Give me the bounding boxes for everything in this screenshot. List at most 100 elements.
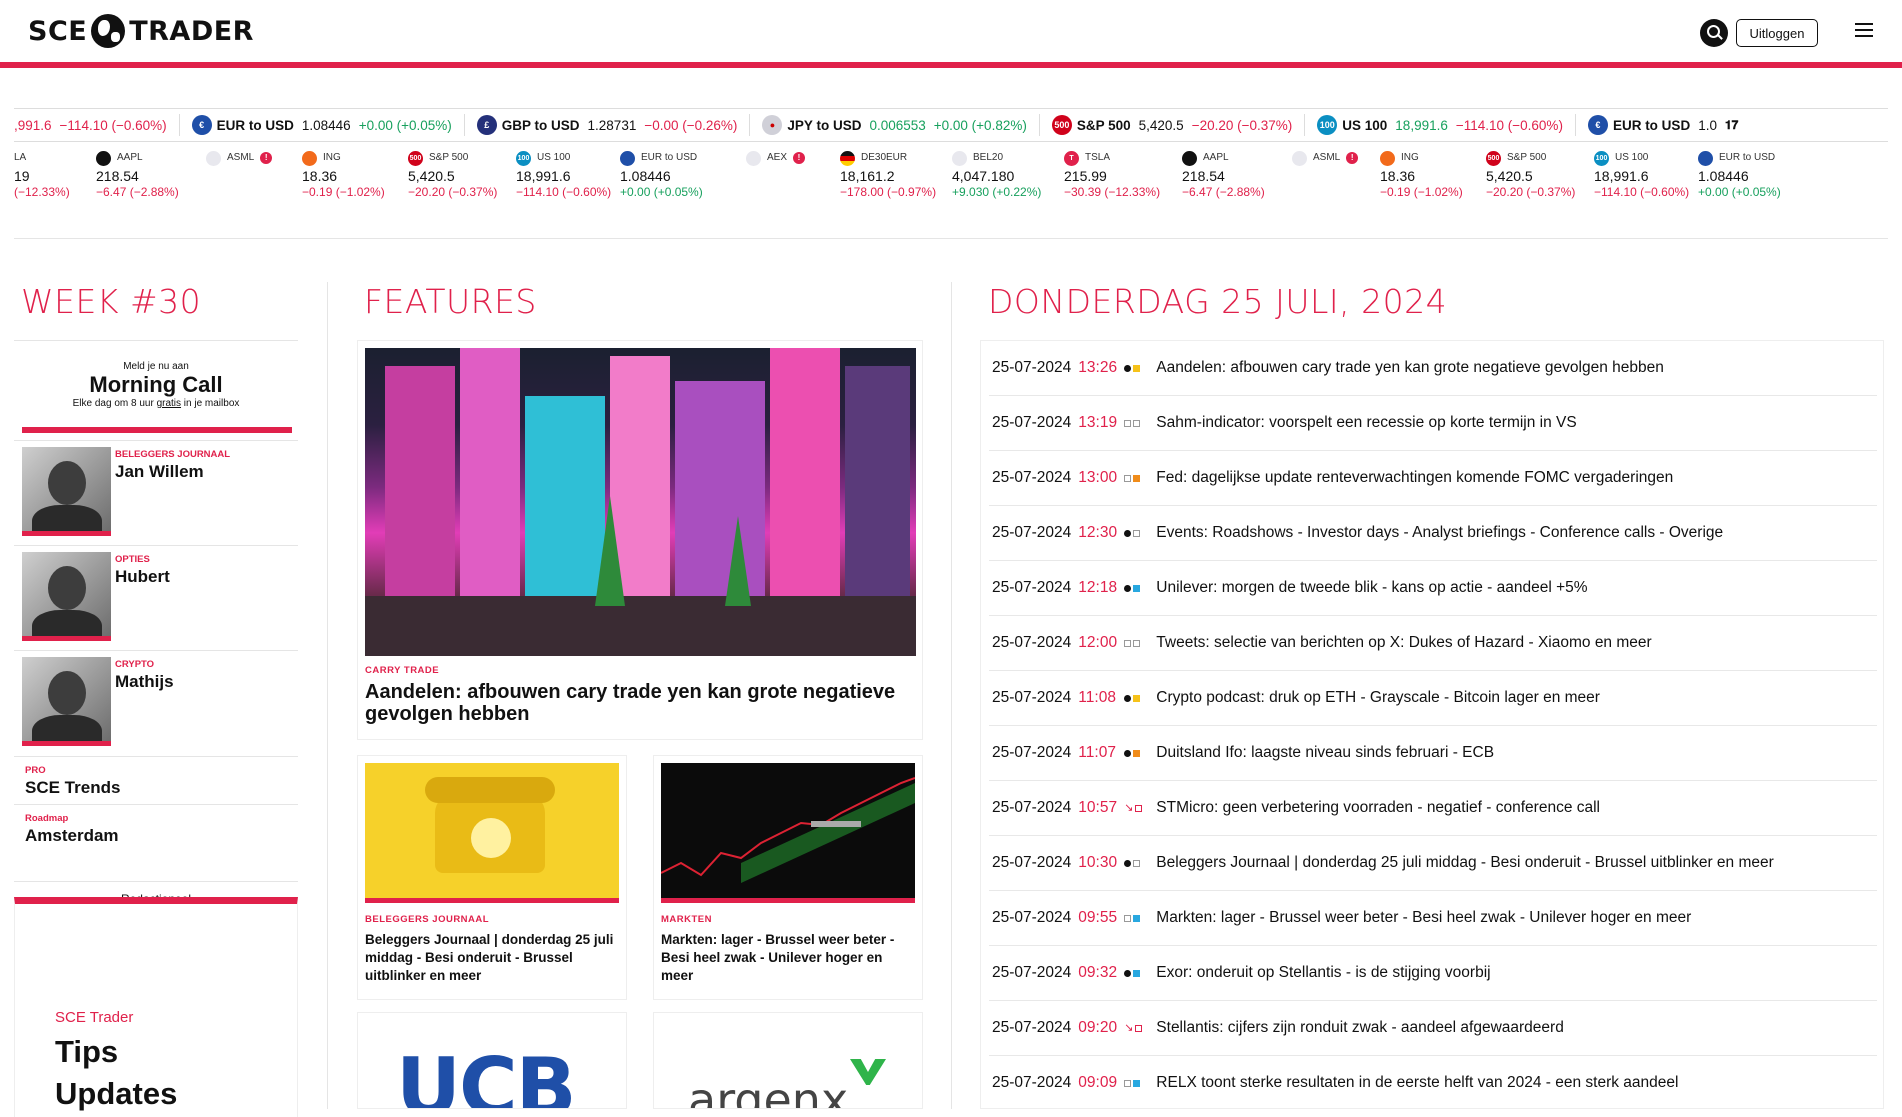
news-item[interactable]: 25-07-2024 12:30 Events: Roadshows - Inves… <box>989 506 1877 561</box>
ticker-item[interactable]: € EUR to USD 1.0 𝟏𝟕 <box>1576 114 1750 136</box>
category-marker-icon <box>1133 914 1141 922</box>
ticker-change: −20.20 (−0.37%) <box>1191 117 1293 133</box>
ticker-change: −114.10 (−0.60%) <box>516 185 612 199</box>
news-date: 25-07-2024 <box>992 744 1072 761</box>
square-marker-icon <box>1124 419 1132 427</box>
news-headline[interactable]: Exor: onderuit op Stellantis - is de sti… <box>1156 964 1490 982</box>
news-item[interactable]: 25-07-2024 09:20 ↘ Stellantis: cijfers zijn… <box>989 1001 1877 1056</box>
news-item[interactable]: 25-07-2024 13:19 Sahm-indicator: voorspelt… <box>989 396 1877 451</box>
news-date: 25-07-2024 <box>992 689 1072 706</box>
news-item[interactable]: 25-07-2024 13:26 Aandelen: afbouwen cary t… <box>989 341 1877 396</box>
ticker-symbol: AAPL <box>117 152 143 163</box>
news-item[interactable]: 25-07-2024 09:32 Exor: onderuit op Stellan… <box>989 946 1877 1001</box>
news-date: 25-07-2024 <box>992 469 1072 486</box>
ticker-price: 18,991.6 <box>1395 117 1448 133</box>
ticker-item[interactable]: T TSLA 215.99 −30.39 (−12.33%) <box>1064 150 1160 200</box>
news-headline[interactable]: RELX toont sterke resultaten in de eerst… <box>1156 1074 1678 1092</box>
feature-card[interactable]: MARKTEN Markten: lager - Brussel weer be… <box>653 755 923 1000</box>
news-item[interactable]: 25-07-2024 12:00 Tweets: selectie van beri… <box>989 616 1877 671</box>
news-headline[interactable]: Unilever: morgen de tweede blik - kans o… <box>1156 579 1587 597</box>
link-roadmap[interactable]: Roadmap Amsterdam <box>14 804 298 852</box>
news-item[interactable]: 25-07-2024 09:09 RELX toont sterke resulta… <box>989 1056 1877 1108</box>
news-headline[interactable]: Tweets: selectie van berichten op X: Duk… <box>1156 634 1651 652</box>
ticker-item[interactable]: DE30EUR 18,161.2 −178.00 (−0.97%) <box>840 150 936 200</box>
link-sce-trends[interactable]: PRO SCE Trends <box>14 756 298 804</box>
dot-marker-icon <box>1124 529 1132 537</box>
globe-icon <box>91 14 126 48</box>
ticker-item[interactable]: EUR to USD 1.08446 +0.00 (+0.05%) <box>1698 150 1781 200</box>
tesla-icon: T <box>1064 150 1079 166</box>
ticker-change: +0.00 (+0.05%) <box>358 117 452 133</box>
ticker-item[interactable]: ASML! <box>206 150 278 166</box>
author-card[interactable]: OPTIES Hubert <box>14 545 298 651</box>
ticker-symbol: ING <box>323 152 341 163</box>
news-item[interactable]: 25-07-2024 09:55 Markten: lager - Brussel … <box>989 891 1877 946</box>
feature-main-card[interactable]: CARRY TRADE Aandelen: afbouwen cary trad… <box>357 340 923 740</box>
ticker-item[interactable]: 500 S&P 500 5,420.5 −20.20 (−0.37%) <box>1040 114 1306 136</box>
news-headline[interactable]: Aandelen: afbouwen cary trade yen kan gr… <box>1156 359 1664 377</box>
feature-card-argenx[interactable]: argenx <box>653 1012 923 1109</box>
news-item[interactable]: 25-07-2024 11:07 Duitsland Ifo: laagste ni… <box>989 726 1877 781</box>
feature-title: Beleggers Journaal | donderdag 25 juli m… <box>365 932 614 983</box>
ticker-item[interactable]: 100 US 100 18,991.6 −114.10 (−0.60%) <box>1305 114 1576 136</box>
ticker-item[interactable]: AAPL 218.54 −6.47 (−2.88%) <box>1182 150 1265 200</box>
ticker-item[interactable]: ASML! <box>1292 150 1364 166</box>
ticker-price: 18,991.6 <box>516 168 571 184</box>
news-headline[interactable]: Markten: lager - Brussel weer beter - Be… <box>1156 909 1691 927</box>
flag-eu-us-icon: € <box>1587 115 1608 135</box>
top-header: SCE TRADER Uitloggen <box>0 0 1902 68</box>
feature-title: Markten: lager - Brussel weer beter - Be… <box>661 932 895 983</box>
author-card[interactable]: CRYPTO Mathijs <box>14 650 298 756</box>
news-headline[interactable]: STMicro: geen verbetering voorraden - ne… <box>1156 799 1600 817</box>
author-photo <box>22 657 111 746</box>
news-item[interactable]: 25-07-2024 11:08 Crypto podcast: druk op E… <box>989 671 1877 726</box>
ticker-item[interactable]: AEX! <box>746 150 811 166</box>
ticker-price: 18.36 <box>1380 168 1416 184</box>
ticker-item[interactable]: EUR to USD 1.08446 +0.00 (+0.05%) <box>620 150 703 200</box>
logout-button[interactable]: Uitloggen <box>1736 19 1818 47</box>
ticker-item[interactable]: 500 S&P 500 5,420.5 −20.20 (−0.37%) <box>1486 150 1575 200</box>
author-card[interactable]: BELEGGERS JOURNAAL Jan Willem <box>14 440 298 546</box>
news-headline[interactable]: Events: Roadshows - Investor days - Anal… <box>1156 524 1723 542</box>
morning-call-signup[interactable]: Meld je nu aan Morning Call Elke dag om … <box>14 340 298 435</box>
news-item[interactable]: 25-07-2024 13:00 Fed: dagelijkse update re… <box>989 451 1877 506</box>
ticker-item[interactable]: 100 US 100 18,991.6 −114.10 (−0.60%) <box>1594 150 1689 200</box>
news-item[interactable]: 25-07-2024 12:18 Unilever: morgen de tweed… <box>989 561 1877 616</box>
news-item[interactable]: 25-07-2024 10:30 Beleggers Journaal | dond… <box>989 836 1877 891</box>
news-headline[interactable]: Duitsland Ifo: laagste niveau sinds febr… <box>1156 744 1494 762</box>
ticker-item[interactable]: AAPL 218.54 −6.47 (−2.88%) <box>96 150 179 200</box>
dot-marker-icon <box>1124 364 1132 372</box>
news-headline[interactable]: Sahm-indicator: voorspelt een recessie o… <box>1156 414 1576 432</box>
ticker-item[interactable]: LA 19 (−12.33%) <box>14 150 70 200</box>
category-marker-icon <box>1133 364 1141 372</box>
news-headline[interactable]: Crypto podcast: druk op ETH - Grayscale … <box>1156 689 1600 707</box>
news-item[interactable]: 25-07-2024 10:57 ↘ STMicro: geen verbeterin… <box>989 781 1877 836</box>
news-markers <box>1124 529 1148 537</box>
category-marker-icon <box>1135 804 1143 812</box>
news-time: 09:55 <box>1078 909 1118 926</box>
ticker-item[interactable]: € EUR to USD 1.08446 +0.00 (+0.05%) <box>180 114 465 136</box>
ticker-item[interactable]: BEL20 4,047.180 +9.030 (+0.22%) <box>952 150 1041 200</box>
news-headline[interactable]: Stellantis: cijfers zijn ronduit zwak - … <box>1156 1019 1564 1037</box>
news-headline[interactable]: Fed: dagelijkse update renteverwachtinge… <box>1156 469 1673 487</box>
ticker-item[interactable]: £ GBP to USD 1.28731 −0.00 (−0.26%) <box>465 114 751 136</box>
search-icon[interactable] <box>1700 19 1728 47</box>
ticker-change: −114.10 (−0.60%) <box>59 117 167 133</box>
ticker-item[interactable]: 500 S&P 500 5,420.5 −20.20 (−0.37%) <box>408 150 497 200</box>
ticker-item[interactable]: ING 18.36 −0.19 (−1.02%) <box>302 150 385 200</box>
feature-card[interactable]: BELEGGERS JOURNAAL Beleggers Journaal | … <box>357 755 627 1000</box>
ticker-item[interactable]: 100 US 100 18,991.6 −114.10 (−0.60%) <box>516 150 611 200</box>
hamburger-menu-icon[interactable] <box>1855 23 1873 39</box>
flag-de-icon <box>840 150 855 166</box>
redactioneel-box[interactable]: SCE Trader Tips Updates <box>14 897 298 1117</box>
news-time: 09:20 <box>1078 1019 1118 1036</box>
news-headline[interactable]: Beleggers Journaal | donderdag 25 juli m… <box>1156 854 1773 872</box>
ticker-item[interactable]: ,991.6 −114.10 (−0.60%) <box>14 114 180 136</box>
ticker-item[interactable]: ● JPY to USD 0.006553 +0.00 (+0.82%) <box>750 114 1040 136</box>
asml-icon <box>206 150 221 166</box>
category-marker-icon <box>1133 1079 1141 1087</box>
site-logo[interactable]: SCE TRADER <box>28 14 254 48</box>
ticker-item[interactable]: ING 18.36 −0.19 (−1.02%) <box>1380 150 1463 200</box>
ucb-logo: UCB <box>396 1041 577 1109</box>
feature-card-ucb[interactable]: UCB <box>357 1012 627 1109</box>
